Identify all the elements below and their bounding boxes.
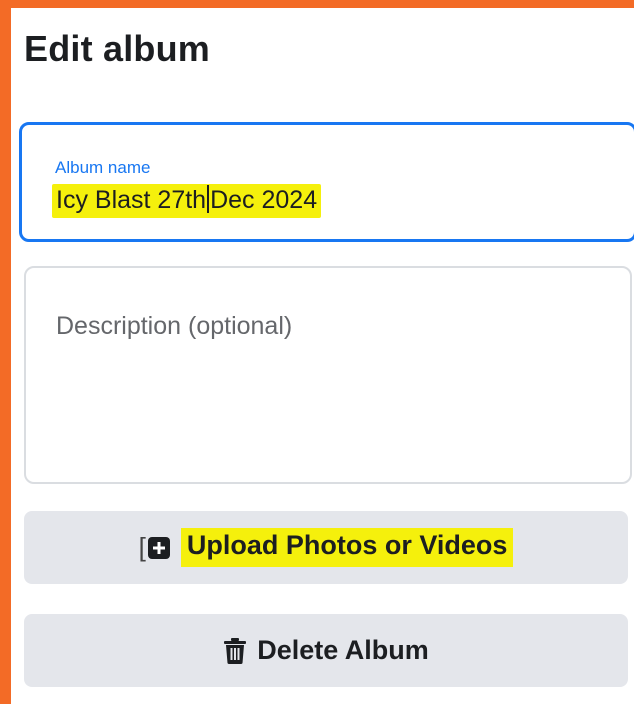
edit-album-panel: Edit album Album name Icy Blast 27th Dec … bbox=[11, 8, 634, 704]
upload-photos-button[interactable]: [ Upload Photos or Videos bbox=[24, 511, 628, 584]
album-name-field[interactable]: Album name Icy Blast 27th Dec 2024 bbox=[19, 122, 634, 242]
bracket-glyph: [ bbox=[138, 532, 146, 562]
album-name-label: Album name bbox=[55, 158, 151, 177]
dialog-title: Edit album bbox=[24, 28, 211, 69]
delete-button-label: Delete Album bbox=[257, 635, 429, 665]
text-cursor bbox=[207, 185, 210, 213]
album-name-value-before-cursor: Icy Blast 27th bbox=[56, 186, 207, 214]
album-name-value-after-cursor: Dec 2024 bbox=[210, 186, 318, 214]
add-photo-icon bbox=[147, 536, 171, 560]
album-name-input[interactable]: Icy Blast 27th Dec 2024 bbox=[52, 184, 322, 218]
delete-album-button[interactable]: Delete Album bbox=[24, 614, 628, 687]
upload-button-label: Upload Photos or Videos bbox=[180, 528, 514, 567]
description-field[interactable]: Description (optional) bbox=[24, 266, 632, 484]
trash-icon bbox=[223, 637, 247, 665]
upload-button-content: [ Upload Photos or Videos bbox=[139, 528, 514, 567]
description-placeholder: Description (optional) bbox=[56, 312, 293, 340]
album-name-value-highlight: Icy Blast 27th Dec 2024 bbox=[52, 184, 322, 218]
